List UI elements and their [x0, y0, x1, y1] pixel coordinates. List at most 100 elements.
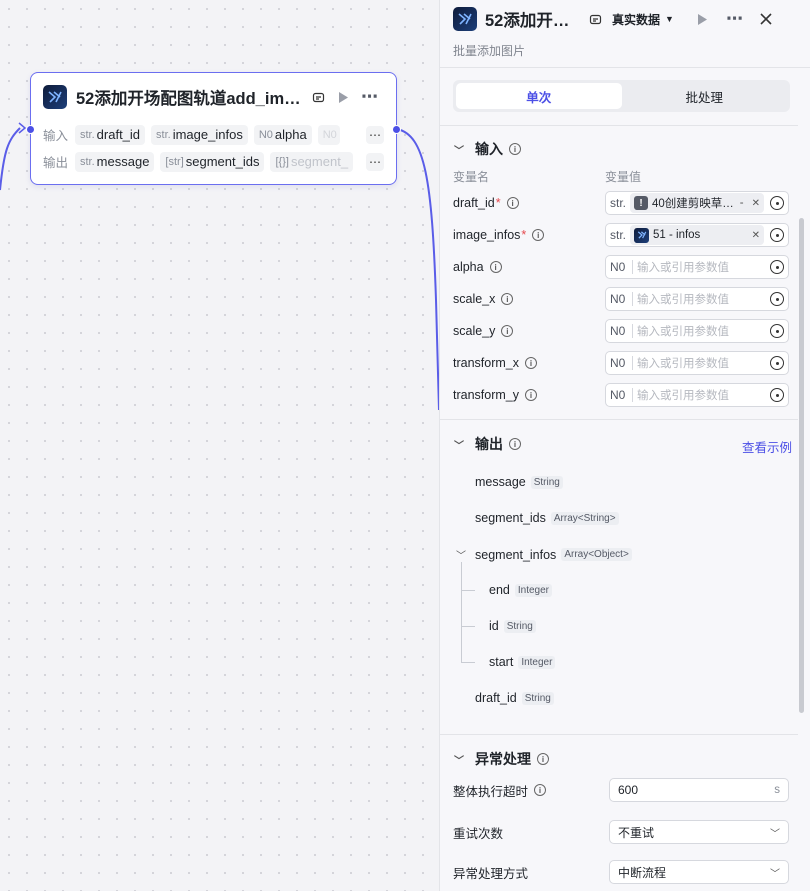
param-name: transform_x — [453, 356, 519, 370]
reference-picker-icon[interactable] — [770, 260, 784, 274]
inputs-label: 输入 — [43, 129, 69, 143]
param-type: N0 — [610, 292, 626, 306]
data-source-select[interactable]: 真实数据 ▼ — [612, 11, 674, 28]
timeout-input[interactable]: 600 s — [609, 778, 789, 802]
run-node-icon[interactable] — [337, 91, 349, 104]
info-icon: i — [509, 438, 521, 450]
param-row-transform-y: transform_y i N0 输入或引用参数值 — [453, 383, 789, 407]
param-value-input[interactable]: N0 输入或引用参数值 — [605, 383, 789, 407]
param-name: image_infos — [453, 228, 521, 242]
tab-single[interactable]: 单次 — [456, 83, 622, 109]
warning-icon: ! — [634, 196, 648, 210]
input-chip: str. image_infos — [151, 124, 248, 145]
inputs-more-button[interactable]: ⋯ — [366, 125, 384, 144]
param-name: alpha — [453, 260, 484, 274]
reference-picker-icon[interactable] — [770, 388, 784, 402]
reference-picker-icon[interactable] — [770, 228, 784, 242]
node-more-icon[interactable]: ⋯ — [361, 87, 378, 107]
info-icon: i — [534, 784, 547, 796]
input-section-header[interactable]: ﹀ 输入 i — [454, 139, 521, 159]
param-name: transform_y — [453, 388, 519, 402]
param-row-scale-x: scale_x i N0 输入或引用参数值 — [453, 287, 789, 311]
divider — [440, 419, 798, 420]
divider — [440, 734, 798, 735]
output-chip: str. message — [75, 151, 155, 172]
run-node-icon[interactable] — [696, 13, 708, 26]
param-type: N0 — [610, 324, 626, 338]
tree-connector — [461, 626, 475, 627]
panel-title: 52添加开… — [485, 12, 570, 30]
panel-more-icon[interactable]: ⋯ — [726, 9, 743, 29]
input-chip: str. draft_id — [75, 124, 146, 145]
info-icon: i — [525, 357, 537, 369]
retry-select[interactable]: 不重试 ﹀ — [609, 820, 789, 844]
output-field-expandable[interactable]: ﹀ segment_infos Array<Object> — [456, 547, 632, 562]
debug-icon[interactable] — [589, 13, 602, 26]
tree-connector — [461, 562, 462, 662]
retry-row: 重试次数 不重试 ﹀ — [453, 820, 789, 844]
caret-down-icon: ▼ — [665, 14, 674, 24]
output-field: message String — [475, 475, 563, 489]
output-field: segment_ids Array<String> — [475, 511, 619, 525]
param-row-draft-id: draft_id * i str. ! 40创建剪映草… - ✕ — [453, 191, 789, 215]
input-port[interactable] — [26, 125, 35, 134]
param-value-input[interactable]: N0 输入或引用参数值 — [605, 319, 789, 343]
timeout-label: 整体执行超时 — [453, 784, 529, 799]
timeout-unit: s — [774, 784, 780, 796]
exception-section-header[interactable]: ﹀ 异常处理 i — [454, 749, 549, 769]
chevron-down-icon: ﹀ — [454, 145, 464, 157]
param-value-input[interactable]: str. 51 - infos ✕ — [605, 223, 789, 247]
type-badge: Array<Object> — [561, 548, 632, 561]
reference-picker-icon[interactable] — [770, 324, 784, 338]
outputs-more-button[interactable]: ⋯ — [366, 152, 384, 171]
output-port[interactable] — [392, 125, 401, 134]
node-inputs-row: 输入 str. draft_id str. image_infos N0 alpha … — [31, 121, 396, 148]
col-header-value: 变量值 — [605, 170, 642, 184]
reference-picker-icon[interactable] — [770, 356, 784, 370]
param-value-input[interactable]: str. ! 40创建剪映草… - ✕ — [605, 191, 789, 215]
close-icon[interactable] — [760, 13, 772, 25]
chevron-down-icon: ﹀ — [454, 440, 464, 452]
timeout-row: 整体执行超时 i 600 s — [453, 778, 789, 802]
reference-tag[interactable]: 51 - infos ✕ — [630, 225, 764, 245]
node-title: 52添加开场配图轨道add_im… — [76, 90, 301, 108]
param-row-scale-y: scale_y i N0 输入或引用参数值 — [453, 319, 789, 343]
info-icon: i — [525, 389, 537, 401]
debug-icon[interactable] — [312, 91, 325, 104]
panel-scrollbar[interactable] — [799, 218, 804, 713]
output-section-header[interactable]: ﹀ 输出 i — [454, 434, 521, 454]
plugin-node-card[interactable]: 52添加开场配图轨道add_im… ⋯ 输入 str. draft_id str.… — [26, 72, 401, 185]
param-row-alpha: alpha i N0 输入或引用参数值 — [453, 255, 789, 279]
param-type: N0 — [610, 260, 626, 274]
info-icon: i — [489, 261, 502, 273]
param-value-input[interactable]: N0 输入或引用参数值 — [605, 255, 789, 279]
plugin-logo-icon — [453, 7, 477, 31]
output-field: draft_id String — [475, 691, 554, 705]
retry-label: 重试次数 — [453, 826, 504, 841]
output-chip: [str] segment_ids — [160, 151, 265, 172]
workflow-canvas[interactable]: 52添加开场配图轨道add_im… ⋯ 输入 str. draft_id str.… — [0, 0, 440, 891]
info-icon: i — [509, 143, 521, 155]
tab-batch[interactable]: 批处理 — [622, 83, 788, 109]
param-value-input[interactable]: N0 输入或引用参数值 — [605, 351, 789, 375]
reference-picker-icon[interactable] — [770, 292, 784, 306]
tree-connector — [461, 590, 475, 591]
handling-select[interactable]: 中断流程 ﹀ — [609, 860, 789, 884]
param-name: scale_y — [453, 324, 496, 338]
view-example-link[interactable]: 查看示例 — [742, 437, 792, 456]
placeholder: 输入或引用参数值 — [637, 390, 729, 402]
input-chip-truncated: N0 — [317, 124, 340, 145]
info-icon: i — [501, 293, 514, 305]
placeholder: 输入或引用参数值 — [637, 326, 729, 338]
output-chip: [{}] segment_ — [270, 151, 354, 172]
type-badge: String — [521, 691, 554, 705]
input-chip: N0 alpha — [253, 124, 312, 145]
required-mark: * — [495, 196, 501, 210]
reference-tag[interactable]: ! 40创建剪映草… - ✕ — [630, 193, 764, 213]
param-row-transform-x: transform_x i N0 输入或引用参数值 — [453, 351, 789, 375]
remove-reference-icon[interactable]: ✕ — [752, 230, 760, 241]
remove-reference-icon[interactable]: ✕ — [752, 198, 760, 209]
param-type: str. — [610, 196, 627, 210]
param-value-input[interactable]: N0 输入或引用参数值 — [605, 287, 789, 311]
reference-picker-icon[interactable] — [770, 196, 784, 210]
